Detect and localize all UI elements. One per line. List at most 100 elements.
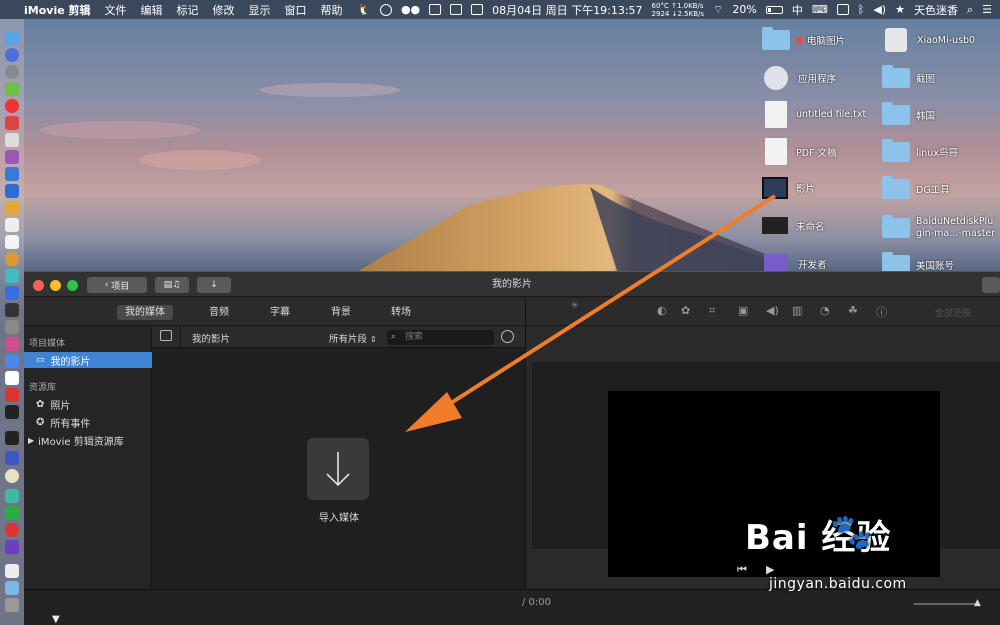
system-monitor[interactable]: 60°C ↑1.0KB/s 2924 ↓2.5KB/s xyxy=(652,2,704,18)
app-icon[interactable] xyxy=(5,269,19,283)
volume-icon[interactable]: ◀) xyxy=(766,304,779,317)
desktop-icon-folder[interactable]: linux鸟哥 xyxy=(882,139,958,162)
app-icon[interactable] xyxy=(5,116,19,130)
back-to-projects-button[interactable]: ‹ 项目 xyxy=(87,277,147,293)
menu-file[interactable]: 文件 xyxy=(105,2,127,18)
clip-filter-select[interactable]: 所有片段 ⇕ xyxy=(329,331,377,345)
desktop-icon-file[interactable]: PDF 文稿 xyxy=(762,138,837,165)
trash-icon[interactable] xyxy=(5,598,19,612)
desktop-icon-folder[interactable]: 韩国 xyxy=(882,102,935,125)
battery-icon[interactable] xyxy=(765,5,783,14)
wechat-icon[interactable] xyxy=(5,506,19,520)
color-correction-icon[interactable]: ✿ xyxy=(681,304,690,317)
speed-icon[interactable]: ◔ xyxy=(820,304,830,317)
app-icon[interactable] xyxy=(5,184,19,198)
search-input[interactable]: ⌕ 搜索 xyxy=(387,330,494,345)
app-icon[interactable] xyxy=(5,451,19,465)
app-icon[interactable] xyxy=(5,218,19,232)
music-icon[interactable] xyxy=(5,337,19,351)
app-icon[interactable] xyxy=(5,320,19,334)
desktop-icon-folder[interactable]: 电脑图片 xyxy=(762,27,845,50)
sidebar-toggle-icon[interactable] xyxy=(160,330,172,341)
finder-icon[interactable] xyxy=(5,31,19,45)
star-icon[interactable]: ★ xyxy=(895,3,905,16)
app-icon[interactable] xyxy=(5,354,19,368)
app-icon[interactable] xyxy=(5,201,19,215)
desktop-icon-folder[interactable]: 截图 xyxy=(882,65,935,88)
volume-icon[interactable]: ◀) xyxy=(873,3,886,16)
menu-modify[interactable]: 修改 xyxy=(213,2,235,18)
import-button[interactable]: ↓ xyxy=(197,277,231,293)
app-icon[interactable] xyxy=(5,431,19,445)
disclosure-triangle-icon[interactable]: ▶ xyxy=(28,436,34,445)
menu-window[interactable]: 窗口 xyxy=(285,2,307,18)
app-icon[interactable] xyxy=(5,167,19,181)
sidebar-item-my-movie[interactable]: ▭ 我的影片 xyxy=(24,352,152,368)
calendar-app-icon[interactable] xyxy=(5,133,19,147)
search-icon[interactable]: ⌕ xyxy=(967,3,973,17)
equalizer-icon[interactable]: ▥ xyxy=(792,304,802,317)
desktop-icon-drive[interactable]: XiaoMi-usb0 xyxy=(882,28,975,52)
skip-back-icon[interactable]: ⏮ xyxy=(737,563,747,577)
app-icon[interactable] xyxy=(5,150,19,164)
sidebar-item-all-events[interactable]: ✪ 所有事件 xyxy=(24,414,152,430)
chrome-icon[interactable] xyxy=(5,99,19,113)
qq-icon[interactable]: 🐧 xyxy=(357,3,371,16)
input-method[interactable]: 中 xyxy=(792,2,803,18)
menu-edit[interactable]: 编辑 xyxy=(141,2,163,18)
clock-text[interactable]: 08月04日 周日 下午19:13:57 xyxy=(492,2,642,18)
app-icon[interactable] xyxy=(5,286,19,300)
sogou-icon[interactable] xyxy=(836,4,849,15)
folder-icon[interactable] xyxy=(5,581,19,595)
zoom-slider[interactable] xyxy=(914,603,976,605)
sync-icon[interactable] xyxy=(379,3,392,16)
play-icon[interactable]: ▶ xyxy=(766,563,774,576)
list-icon[interactable]: ☰ xyxy=(982,3,992,16)
desktop-icon-movies[interactable]: 影片 xyxy=(762,177,815,199)
color-balance-icon[interactable]: ◐ xyxy=(657,304,667,317)
app-icon[interactable] xyxy=(5,489,19,503)
close-icon[interactable] xyxy=(33,280,44,291)
gear-icon[interactable] xyxy=(501,330,514,343)
menu-mark[interactable]: 标记 xyxy=(177,2,199,18)
zoom-slider-knob[interactable]: ▲ xyxy=(974,598,981,608)
calendar-icon[interactable] xyxy=(471,4,484,15)
minimize-icon[interactable] xyxy=(50,280,61,291)
desktop-icon-applications[interactable]: 应用程序 xyxy=(762,66,836,90)
launchpad-icon[interactable] xyxy=(5,65,19,79)
tab-my-media[interactable]: 我的媒体 xyxy=(117,305,173,320)
media-view-button[interactable]: ▤♫ xyxy=(155,277,189,293)
app-icon[interactable] xyxy=(5,469,19,483)
zoom-icon[interactable] xyxy=(67,280,78,291)
app-icon[interactable] xyxy=(5,252,19,266)
import-media-button[interactable] xyxy=(307,438,369,500)
dots-icon[interactable]: ●● xyxy=(401,3,420,16)
app-icon[interactable] xyxy=(5,303,19,317)
display-icon[interactable] xyxy=(429,4,442,15)
info-icon[interactable]: ⓘ xyxy=(876,304,887,320)
filter-icon[interactable]: ☘ xyxy=(848,304,858,317)
desktop-icon-folder[interactable]: DG工具 xyxy=(882,176,950,199)
stabilization-icon[interactable]: ▣ xyxy=(738,304,748,317)
app-icon[interactable] xyxy=(5,388,19,402)
playhead-icon[interactable]: ▼ xyxy=(52,614,60,625)
menu-app-name[interactable]: iMovie 剪辑 xyxy=(24,2,91,18)
desktop-icon-folder[interactable]: BaiduNetdiskPlu gin-ma...-master xyxy=(882,215,995,240)
terminal-icon[interactable] xyxy=(5,405,19,419)
app-icon[interactable] xyxy=(5,235,19,249)
tab-titles[interactable]: 字幕 xyxy=(260,305,300,320)
menu-view[interactable]: 显示 xyxy=(249,2,271,18)
reset-all-button[interactable]: 全部还原 xyxy=(935,306,971,319)
tab-backgrounds[interactable]: 背景 xyxy=(321,305,361,320)
desktop-icon-image[interactable]: 未命名 xyxy=(762,217,825,234)
bluetooth-icon[interactable]: ᛒ xyxy=(858,3,865,16)
imovie-icon[interactable] xyxy=(5,540,19,554)
pin-icon[interactable] xyxy=(450,4,463,15)
magic-wand-icon[interactable]: ✳ xyxy=(571,301,579,311)
menu-help[interactable]: 帮助 xyxy=(321,2,343,18)
share-button[interactable] xyxy=(982,277,1000,293)
app-icon[interactable] xyxy=(5,523,19,537)
app-icon[interactable] xyxy=(5,371,19,385)
android-icon[interactable] xyxy=(5,82,19,96)
safari-icon[interactable] xyxy=(5,48,19,62)
